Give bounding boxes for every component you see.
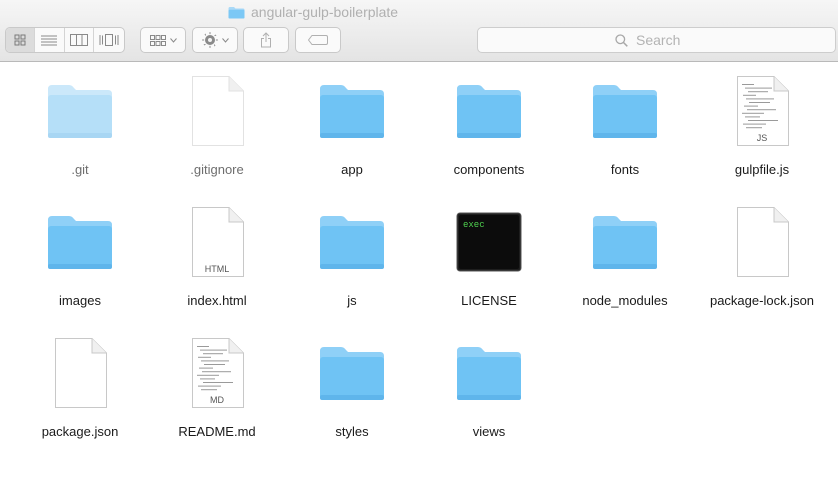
file-type-badge: JS bbox=[757, 133, 768, 143]
tag-group bbox=[295, 27, 341, 53]
document-icon bbox=[737, 207, 789, 277]
folder-icon bbox=[457, 347, 521, 400]
terminal-icon: exec bbox=[456, 212, 522, 272]
tag-button[interactable] bbox=[296, 28, 340, 52]
file-name: .git bbox=[71, 162, 89, 177]
file-item-views[interactable]: views bbox=[424, 338, 554, 441]
share-icon bbox=[261, 32, 271, 48]
file-name: index.html bbox=[187, 293, 247, 308]
icon-view-icon bbox=[14, 34, 26, 46]
file-item-gulpfile-js[interactable]: JS gulpfile.js bbox=[697, 76, 827, 179]
file-name: LICENSE bbox=[461, 293, 517, 308]
file-item-git[interactable]: .git bbox=[15, 76, 145, 179]
file-item-styles[interactable]: styles bbox=[287, 338, 417, 441]
document-icon bbox=[55, 338, 107, 408]
document-icon bbox=[192, 76, 244, 146]
file-name: gulpfile.js bbox=[734, 162, 790, 177]
file-name: components bbox=[453, 162, 525, 177]
list-view-button[interactable] bbox=[33, 28, 64, 52]
share-button[interactable] bbox=[244, 28, 288, 52]
tag-icon bbox=[308, 35, 328, 45]
list-view-icon bbox=[41, 35, 58, 45]
column-view-icon bbox=[69, 34, 88, 46]
document-icon: HTML bbox=[192, 207, 244, 277]
cover-flow-icon bbox=[99, 34, 119, 46]
exec-label: exec bbox=[463, 220, 485, 230]
grid-arrange-icon bbox=[149, 34, 166, 46]
arrange-button[interactable] bbox=[141, 28, 185, 52]
file-item-app[interactable]: app bbox=[287, 76, 417, 179]
chevron-down-icon bbox=[169, 37, 177, 43]
folder-icon bbox=[320, 85, 384, 138]
file-name: package.json bbox=[41, 424, 119, 439]
share-group bbox=[243, 27, 289, 53]
file-name: images bbox=[59, 293, 101, 308]
cover-flow-view-button[interactable] bbox=[93, 28, 124, 52]
action-button[interactable] bbox=[193, 28, 237, 52]
file-type-badge: MD bbox=[210, 395, 224, 405]
file-item-gitignore[interactable]: .gitignore bbox=[152, 76, 282, 179]
column-view-button[interactable] bbox=[63, 28, 94, 52]
gear-icon bbox=[202, 32, 217, 48]
document-icon: JS bbox=[737, 76, 789, 146]
file-name: package-lock.json bbox=[709, 293, 815, 308]
file-name: fonts bbox=[610, 162, 640, 177]
window-title-text: angular-gulp-boilerplate bbox=[251, 4, 399, 20]
folder-icon bbox=[320, 347, 384, 400]
file-item-license[interactable]: exec LICENSE bbox=[424, 207, 554, 310]
file-name: views bbox=[472, 424, 506, 439]
search-icon bbox=[615, 33, 628, 47]
file-name: node_modules bbox=[582, 293, 668, 308]
file-item-node-modules[interactable]: node_modules bbox=[560, 207, 690, 310]
file-item-images[interactable]: images bbox=[15, 207, 145, 310]
file-item-package-lock-json[interactable]: package-lock.json bbox=[697, 207, 827, 310]
file-name: js bbox=[347, 293, 357, 308]
folder-icon bbox=[593, 216, 657, 269]
document-icon: MD bbox=[192, 338, 244, 408]
file-type-badge: HTML bbox=[205, 264, 230, 274]
folder-icon bbox=[228, 6, 245, 18]
file-grid: .git .gitignore app components fonts JS … bbox=[0, 62, 838, 500]
folder-icon bbox=[48, 85, 112, 138]
file-name: app bbox=[341, 162, 363, 177]
file-name: styles bbox=[335, 424, 369, 439]
search-input[interactable] bbox=[634, 31, 698, 49]
file-item-readme-md[interactable]: MD README.md bbox=[152, 338, 282, 441]
file-item-package-json[interactable]: package.json bbox=[15, 338, 145, 441]
file-item-index-html[interactable]: HTML index.html bbox=[152, 207, 282, 310]
file-item-fonts[interactable]: fonts bbox=[560, 76, 690, 179]
view-mode-group bbox=[5, 27, 125, 53]
action-menu bbox=[192, 27, 238, 53]
file-name: .gitignore bbox=[190, 162, 244, 177]
folder-icon bbox=[457, 85, 521, 138]
arrange-menu bbox=[140, 27, 186, 53]
folder-icon bbox=[320, 216, 384, 269]
icon-view-button[interactable] bbox=[6, 28, 34, 52]
file-item-js[interactable]: js bbox=[287, 207, 417, 310]
folder-icon bbox=[593, 85, 657, 138]
finder-toolbar: angular-gulp-boilerplate bbox=[0, 0, 838, 62]
window-title: angular-gulp-boilerplate bbox=[228, 3, 398, 21]
chevron-down-icon bbox=[221, 37, 229, 43]
file-name: README.md bbox=[178, 424, 256, 439]
search-field[interactable] bbox=[477, 27, 836, 53]
file-item-components[interactable]: components bbox=[424, 76, 554, 179]
folder-icon bbox=[48, 216, 112, 269]
